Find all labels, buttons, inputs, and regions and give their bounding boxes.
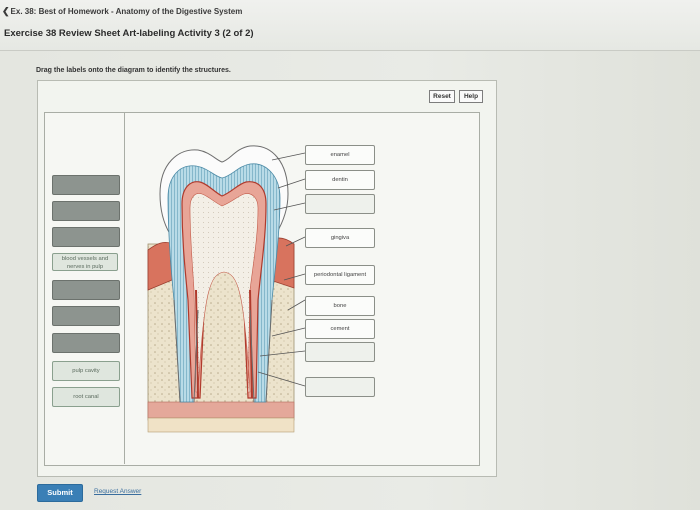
draggable-label-root-canal[interactable]: root canal — [52, 387, 120, 407]
empty-bank-slot — [52, 280, 120, 300]
empty-bank-slot — [52, 333, 120, 353]
drop-target-bone[interactable]: bone — [305, 296, 375, 316]
draggable-label-pulp-cavity[interactable]: pulp cavity — [52, 361, 120, 381]
instruction-text: Drag the labels onto the diagram to iden… — [36, 67, 231, 74]
drop-target-empty[interactable] — [305, 342, 375, 362]
header-bar: ❮Ex. 38: Best of Homework - Anatomy of t… — [0, 0, 700, 51]
drop-target-empty[interactable] — [305, 377, 375, 397]
reset-button[interactable]: Reset — [429, 90, 455, 103]
empty-bank-slot — [52, 175, 120, 195]
draggable-label-blood-vessels[interactable]: blood vessels and nerves in pulp — [52, 253, 118, 271]
drop-target-enamel[interactable]: enamel — [305, 145, 375, 165]
back-link[interactable]: ❮Ex. 38: Best of Homework - Anatomy of t… — [2, 6, 242, 17]
submit-button[interactable]: Submit — [37, 484, 83, 502]
chevron-left-icon: ❮ — [2, 6, 10, 16]
page-title: Exercise 38 Review Sheet Art-labeling Ac… — [4, 28, 254, 39]
drop-target-empty[interactable] — [305, 194, 375, 214]
bank-divider — [124, 112, 125, 464]
drop-target-cement[interactable]: cement — [305, 319, 375, 339]
drop-target-periodontal-ligament[interactable]: periodontal ligament — [305, 265, 375, 285]
request-answer-link[interactable]: Request Answer — [94, 488, 141, 495]
empty-bank-slot — [52, 201, 120, 221]
empty-bank-slot — [52, 306, 120, 326]
drop-target-gingiva[interactable]: gingiva — [305, 228, 375, 248]
empty-bank-slot — [52, 227, 120, 247]
back-link-label: Ex. 38: Best of Homework - Anatomy of th… — [10, 7, 243, 16]
drop-target-dentin[interactable]: dentin — [305, 170, 375, 190]
help-button[interactable]: Help — [459, 90, 483, 103]
